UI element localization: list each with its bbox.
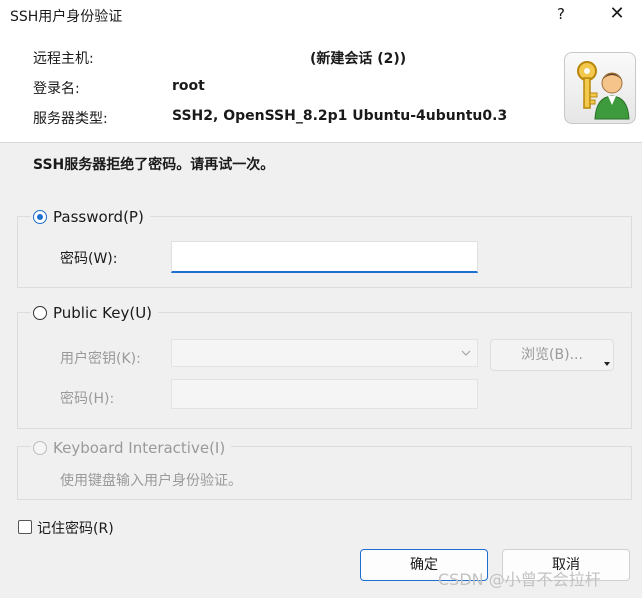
chevron-down-icon (461, 350, 471, 356)
passphrase-field[interactable] (171, 379, 478, 409)
close-button[interactable]: ✕ (600, 0, 634, 30)
watermark-text: CSDN @小曾不会拉杆 (438, 570, 601, 589)
radio-selected-icon (33, 210, 47, 224)
radio-unselected-icon (33, 306, 47, 320)
user-key-label: 用户密钥(K): (60, 351, 141, 367)
password-radio-label: Password(P) (53, 208, 144, 226)
error-message: SSH服务器拒绝了密码。请再试一次。 (33, 157, 275, 173)
login-name-label: 登录名: (33, 81, 80, 97)
close-icon: ✕ (609, 3, 625, 24)
keyboard-interactive-description: 使用键盘输入用户身份验证。 (60, 473, 242, 489)
remember-password-checkbox[interactable] (18, 520, 32, 534)
browse-button-label: 浏览(B)... (521, 347, 583, 363)
public-key-radio[interactable]: Public Key(U) (31, 304, 159, 322)
dropdown-arrow-icon (604, 362, 610, 366)
remember-password-label[interactable]: 记住密码(R) (37, 518, 114, 538)
help-button[interactable]: ? (548, 0, 574, 30)
password-radio[interactable]: Password(P) (31, 208, 150, 226)
user-key-icon (564, 52, 636, 124)
password-field[interactable] (171, 241, 478, 273)
server-type-label: 服务器类型: (33, 111, 108, 127)
title-bar: SSH用户身份验证 ? ✕ (0, 0, 642, 30)
public-key-radio-label: Public Key(U) (53, 304, 153, 322)
user-key-select[interactable] (171, 339, 478, 367)
passphrase-label: 密码(H): (60, 391, 115, 407)
keyboard-interactive-label: Keyboard Interactive(I) (53, 439, 226, 457)
session-info-panel: 远程主机: (新建会话 (2)) 登录名: root 服务器类型: SSH2, … (0, 30, 642, 143)
window-title: SSH用户身份验证 (10, 9, 123, 25)
keyboard-interactive-radio[interactable]: Keyboard Interactive(I) (31, 439, 232, 457)
server-type-value: SSH2, OpenSSH_8.2p1 Ubuntu-4ubuntu0.3 (172, 108, 508, 124)
radio-disabled-icon (33, 441, 47, 455)
ok-button-label: 确定 (410, 557, 438, 573)
remote-host-value: (新建会话 (2)) (310, 51, 407, 67)
help-icon: ? (557, 5, 565, 23)
browse-button[interactable]: 浏览(B)... (490, 339, 614, 371)
remote-host-label: 远程主机: (33, 51, 94, 67)
login-name-value: root (172, 78, 205, 94)
password-field-label: 密码(W): (60, 251, 118, 267)
